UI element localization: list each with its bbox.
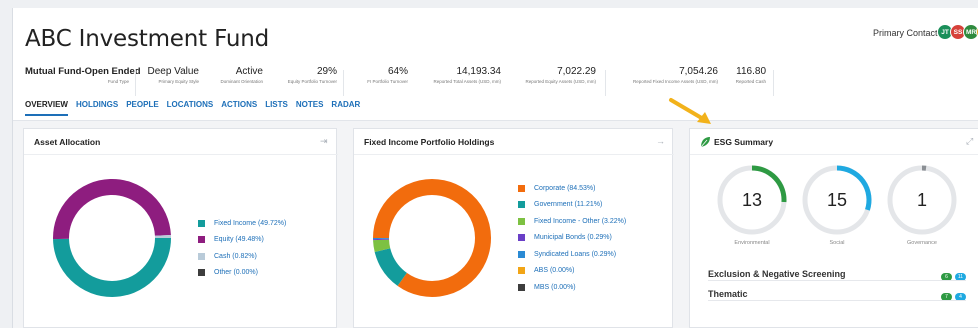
legend-swatch [518,234,525,242]
divider [708,280,966,281]
metric-orientation: Active Dominant Orientation [220,66,263,84]
legend-item: Syndicated Loans (0.29%) [518,246,626,263]
legend-item: Corporate (84.53%) [518,180,626,197]
expand-icon[interactable]: ⤢ [966,136,973,147]
metric-equity-style: Deep Value Primary Equity Style [147,66,199,84]
legend-swatch [198,236,205,244]
legend-swatch [518,283,525,291]
card-title: Fixed Income Portfolio Holdings [364,137,495,147]
legend-item: Other (0.00%) [198,265,286,282]
metric-cash: 116.80 Reported Cash [735,66,766,84]
social-score: 15 [826,190,848,210]
tab-lists[interactable]: LISTS [265,100,288,116]
fixed-income-donut [373,179,491,297]
legend-item: ABS (0.00%) [518,263,626,280]
legend-swatch [518,250,525,258]
contact-avatars: JT SS MR [937,24,978,40]
divider [708,300,966,301]
tab-radar[interactable]: RADAR [331,100,360,116]
legend-swatch [198,219,205,227]
asset-allocation-legend: Fixed Income (49.72%) Equity (49.48%) Ca… [198,215,286,281]
legend-item: Cash (0.82%) [198,248,286,265]
tab-overview[interactable]: OVERVIEW [25,100,68,116]
metric-fund-type: Mutual Fund-Open Ended Fund Type [25,66,141,84]
legend-item: MBS (0.00%) [518,279,626,296]
legend-swatch [518,184,525,192]
social-label: Social [829,240,845,246]
fund-metrics-bar: Mutual Fund-Open Ended Fund Type Deep Va… [13,66,978,96]
section-tabs: OVERVIEW HOLDINGS PEOPLE LOCATIONS ACTIO… [25,100,368,116]
divider [354,154,674,155]
environmental-score: 13 [741,190,763,210]
tab-notes[interactable]: NOTES [296,100,324,116]
donut-slice[interactable] [373,239,391,253]
donut-slice[interactable] [53,179,171,240]
divider [690,154,978,155]
legend-swatch [518,217,525,225]
environmental-label: Environmental [734,240,770,246]
fixed-income-card: Fixed Income Portfolio Holdings → Corpor… [353,128,674,328]
fund-header: ABC Investment Fund Primary Contacts JT … [13,8,978,121]
legend-swatch [198,252,205,260]
legend-item: Municipal Bonds (0.29%) [518,230,626,247]
legend-swatch [198,269,205,277]
tab-people[interactable]: PEOPLE [126,100,158,116]
governance-label: Governance [907,240,937,246]
leaf-icon [700,137,710,148]
tab-locations[interactable]: LOCATIONS [167,100,214,116]
fund-profile-page: ABC Investment Fund Primary Contacts JT … [12,8,978,328]
fixed-income-legend: Corporate (84.53%) Government (11.21%) F… [518,180,626,296]
annotation-arrow-icon [669,98,711,124]
tab-holdings[interactable]: HOLDINGS [76,100,118,116]
metric-equity-turnover: 29% Equity Portfolio Turnover [287,66,337,84]
legend-item: Government (11.21%) [518,197,626,214]
page-title: ABC Investment Fund [25,26,269,52]
card-title: ESG Summary [714,137,774,147]
governance-score: 1 [916,190,927,210]
asset-allocation-donut [53,179,171,297]
primary-contacts-label: Primary Contacts [873,28,943,38]
donut-slice[interactable] [374,247,408,286]
metrics-divider [605,70,606,96]
metric-equity-assets: 7,022.29 Reported Equity Assets (USD, mm… [525,66,596,84]
tab-actions[interactable]: ACTIONS [221,100,257,116]
legend-item: Fixed Income (49.72%) [198,215,286,232]
metric-fi-assets: 7,054.26 Reported Fixed Income Assets (U… [632,66,718,84]
arrow-right-icon[interactable]: → [656,136,665,146]
metrics-divider [773,70,774,96]
legend-item: Equity (49.48%) [198,232,286,249]
card-title: Asset Allocation [34,137,101,147]
divider [24,154,338,155]
donut-slice[interactable] [53,237,171,297]
esg-summary-card: ESG Summary ⤢ 13 15 1 Environmental Soci… [689,128,978,328]
metrics-divider [135,70,136,96]
asset-allocation-card: Asset Allocation ⇥ Fixed Income (49.72%)… [23,128,338,328]
legend-swatch [518,201,525,209]
metrics-divider [343,70,344,96]
export-icon[interactable]: ⇥ [320,136,328,147]
metric-total-assets: 14,193.34 Reported Total Assets (USD, mm… [433,66,501,84]
legend-item: Fixed Income - Other (3.22%) [518,213,626,230]
legend-swatch [518,267,525,275]
metric-fi-turnover: 64% FI Portfolio Turnover [367,66,408,84]
